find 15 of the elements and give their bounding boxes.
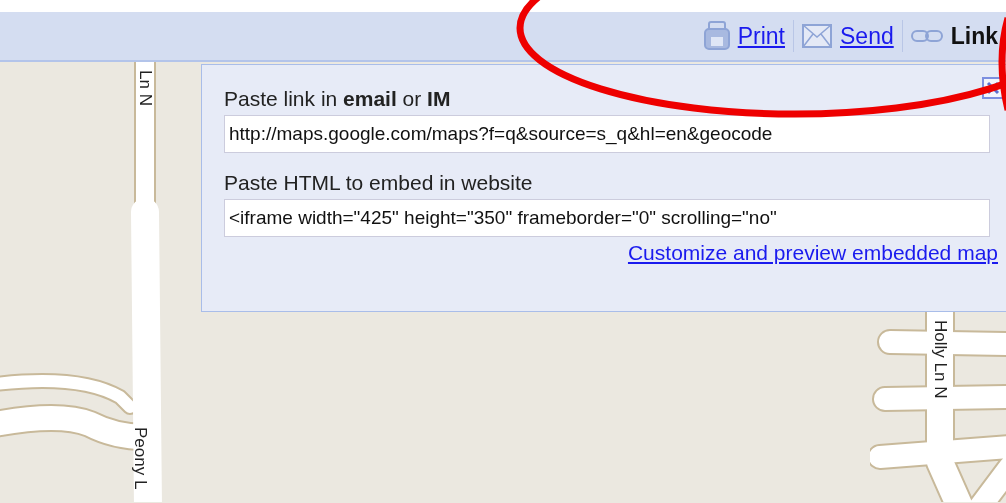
customize-link[interactable]: Customize and preview embedded map [627,241,998,265]
toolbar-link[interactable]: Print [737,22,785,50]
street-label: Peony L [130,427,150,490]
envelope-icon [802,24,832,48]
input-field[interactable]: http://maps.google.com/maps?f=q&source=s_q&hl=en&geocode [224,115,990,153]
street-label: Holly Ln N [930,320,950,399]
street-label: Ln N [135,70,155,106]
printer-icon [703,21,730,51]
chain-link-icon [910,29,943,43]
field-label: Paste link in email or IM [224,87,452,111]
toolbar-link[interactable]: Send [840,22,894,50]
field-label: Paste HTML to embed in website [224,171,534,195]
toolbar-current-label: Link [950,22,998,50]
input-field[interactable]: <iframe width="425" height="350" frameborder="0" scrolling="no" [224,199,990,237]
close-icon [986,81,1000,95]
